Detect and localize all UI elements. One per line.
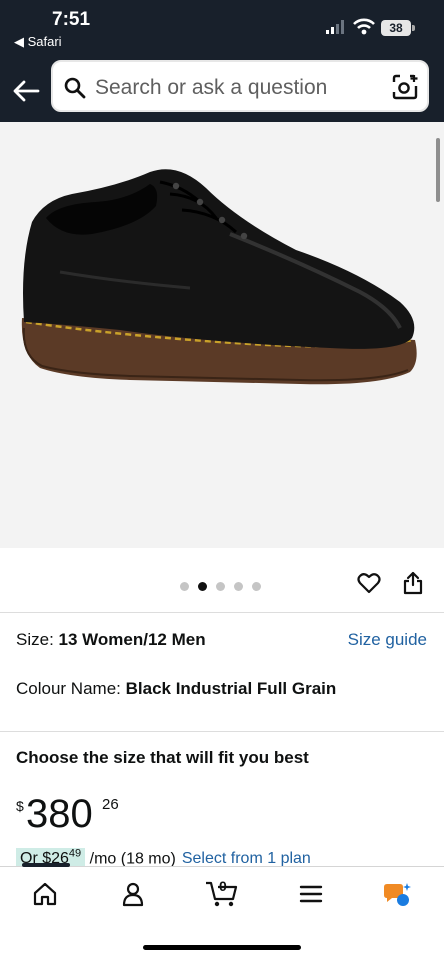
search-icon: [64, 77, 86, 99]
product-image-shoe[interactable]: [0, 122, 444, 548]
cart-count: 0: [219, 878, 227, 894]
menu-icon[interactable]: [298, 881, 324, 907]
cart-button[interactable]: 0: [204, 877, 240, 909]
pagination-dot-active[interactable]: [198, 582, 207, 591]
account-icon[interactable]: [120, 881, 146, 907]
colour-value: Black Industrial Full Grain: [125, 679, 337, 698]
gallery-scrollbar[interactable]: [436, 138, 440, 202]
price-currency-symbol: $: [16, 798, 24, 814]
camera-search-icon[interactable]: [391, 73, 419, 101]
gallery-controls: [0, 548, 444, 613]
status-time: 7:51: [52, 9, 91, 30]
divider: [0, 731, 444, 732]
pagination-dot[interactable]: [216, 582, 225, 591]
installment-term: /mo (18 mo): [85, 850, 176, 868]
size-row: Size: 13 Women/12 Men: [16, 630, 206, 650]
active-tab-indicator: [22, 863, 70, 867]
home-icon[interactable]: [32, 881, 58, 907]
select-plan-link[interactable]: Select from 1 plan: [182, 850, 311, 867]
pagination-dot[interactable]: [234, 582, 243, 591]
size-label: Size:: [16, 630, 59, 649]
bottom-navigation: 0: [0, 863, 444, 961]
size-value: 13 Women/12 Men: [58, 630, 206, 649]
wifi-icon: [353, 18, 375, 35]
app-header: Search or ask a question: [0, 60, 444, 122]
heart-icon[interactable]: [357, 572, 381, 594]
installment-price-fraction: 49: [68, 848, 82, 860]
home-indicator: [143, 945, 301, 950]
assistant-icon[interactable]: [382, 881, 412, 909]
pagination-dot[interactable]: [180, 582, 189, 591]
battery-indicator: 38: [381, 20, 411, 36]
pagination-dot[interactable]: [252, 582, 261, 591]
search-bar[interactable]: Search or ask a question: [51, 60, 429, 112]
status-bar: 7:51 ◀ Safari 38: [0, 0, 444, 60]
product-image-gallery[interactable]: [0, 122, 444, 548]
colour-label: Colour Name:: [16, 679, 126, 698]
battery-tip: [412, 25, 415, 31]
back-to-safari-link[interactable]: ◀ Safari: [14, 34, 62, 50]
colour-row: Colour Name: Black Industrial Full Grain: [16, 679, 336, 699]
signal-icon: [326, 20, 344, 34]
price-whole: 380: [26, 792, 93, 836]
choose-size-heading: Choose the size that will fit you best: [16, 748, 309, 767]
image-pagination-dots[interactable]: [180, 578, 270, 596]
back-arrow-icon[interactable]: [10, 76, 42, 106]
size-guide-link[interactable]: Size guide: [348, 630, 427, 650]
price-fraction: 26: [102, 796, 119, 813]
share-icon[interactable]: [402, 571, 424, 595]
search-input[interactable]: Search or ask a question: [95, 76, 327, 100]
